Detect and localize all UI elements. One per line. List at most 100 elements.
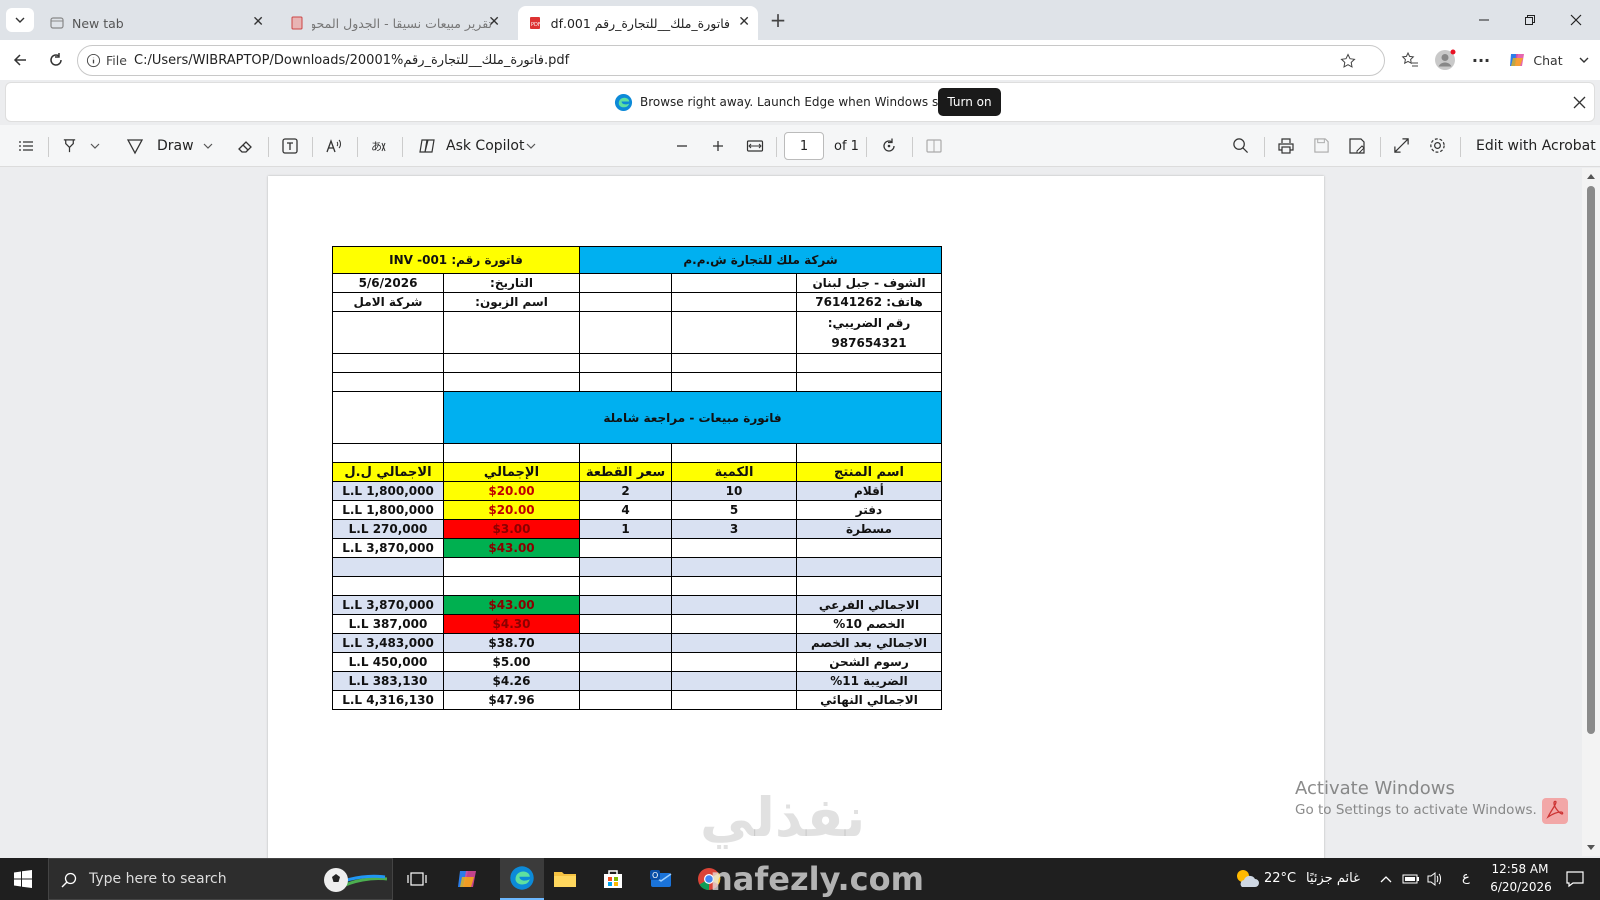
tab-title: تقرير مبيعات نسيقا - الجدول المحوري — [312, 15, 492, 31]
rotate-icon[interactable] — [880, 137, 898, 155]
taskbar-edge[interactable] — [500, 858, 544, 900]
clock-date[interactable]: 6/20/2026 — [1488, 880, 1554, 894]
chevron-down-icon[interactable] — [526, 141, 536, 151]
folder-icon — [554, 872, 576, 887]
start-button[interactable] — [8, 864, 38, 894]
edge-logo-icon — [510, 866, 534, 890]
chevron-up-icon[interactable] — [1380, 874, 1392, 884]
header-price: سعر القطعة — [579, 462, 672, 482]
taskbar-store[interactable] — [598, 864, 628, 894]
star-icon[interactable] — [1340, 53, 1356, 69]
fit-page-icon[interactable] — [746, 137, 764, 155]
refresh-button[interactable] — [44, 48, 68, 72]
highlight-icon[interactable] — [61, 137, 78, 154]
weather-text[interactable]: غائم جزئيًا — [1306, 871, 1360, 886]
new-tab-button[interactable]: + — [766, 8, 790, 32]
close-icon[interactable]: ✕ — [738, 14, 750, 30]
table-row: دفتر 5 4 $20.00 1,800,000 L.L — [332, 500, 942, 520]
volume-icon[interactable] — [1426, 871, 1444, 887]
task-view-button[interactable] — [402, 864, 432, 894]
copilot-chat-button[interactable]: Chat — [1504, 48, 1566, 72]
draw-icon[interactable] — [126, 137, 144, 155]
favorites-icon — [1401, 51, 1418, 67]
taskbar-outlook[interactable]: O — [646, 864, 676, 894]
text-box-icon[interactable] — [281, 137, 299, 155]
chevron-down-icon — [1579, 57, 1589, 63]
contents-icon[interactable] — [18, 138, 34, 154]
profile-button[interactable] — [1432, 47, 1458, 73]
copilot-icon — [1510, 54, 1525, 66]
tab-new-tab[interactable]: New tab ✕ — [40, 6, 272, 40]
tax-number: 987654321 — [831, 335, 907, 350]
more-button[interactable]: ··· — [1468, 48, 1494, 72]
zoom-out-icon[interactable] — [676, 140, 688, 152]
tab-sales-report[interactable]: تقرير مبيعات نسيقا - الجدول المحوري ✕ — [280, 6, 508, 40]
header-total: الإجمالي — [443, 462, 580, 482]
draw-label[interactable]: Draw — [157, 125, 194, 167]
company-name: شركة ملك للتجارة ش.م.م — [579, 246, 942, 274]
close-window-button[interactable] — [1562, 8, 1590, 32]
minimize-icon — [1479, 19, 1489, 21]
tab-actions-button[interactable] — [6, 8, 34, 32]
translate-icon[interactable]: あ — [370, 137, 388, 155]
taskbar-copilot[interactable] — [452, 864, 482, 894]
chevron-down-icon[interactable] — [90, 141, 100, 151]
page-number-input[interactable]: 1 — [784, 132, 824, 160]
turn-on-button[interactable]: Turn on — [938, 88, 1001, 116]
search-icon[interactable] — [1232, 137, 1249, 154]
zoom-in-icon[interactable] — [712, 140, 724, 152]
nafezly-watermark-arabic: نفذلي — [700, 786, 866, 849]
scrollbar-thumb[interactable] — [1587, 186, 1595, 734]
battery-icon[interactable] — [1402, 872, 1420, 886]
summary-lbp: 4,316,130 L.L — [332, 690, 444, 710]
notifications-icon[interactable] — [1566, 870, 1584, 888]
tab-invoice-pdf[interactable]: PDF فاتورة_ملك__للتجارة_رقم 001.pdf ✕ — [518, 6, 758, 40]
vertical-scrollbar[interactable] — [1582, 168, 1600, 856]
save-as-icon[interactable] — [1348, 137, 1366, 155]
invoice-date: 5/6/2026 — [332, 273, 444, 293]
fullscreen-icon[interactable] — [1393, 137, 1410, 154]
scroll-down-icon[interactable] — [1586, 844, 1596, 852]
header-total-lbp: الاجمالي ل.ل — [332, 462, 444, 482]
tab-title: فاتورة_ملك__للتجارة_رقم 001.pdf — [550, 15, 730, 31]
read-aloud-icon[interactable] — [325, 137, 343, 155]
football-highlight-icon — [324, 868, 387, 892]
page-count: of 1 — [834, 138, 859, 154]
close-icon[interactable]: ✕ — [252, 14, 264, 30]
sidebar-chevron-button[interactable] — [1574, 48, 1594, 72]
ask-copilot-label[interactable]: Ask Copilot — [446, 125, 525, 167]
summary-usd: $43.00 — [443, 595, 580, 615]
windows-logo-icon — [14, 870, 32, 888]
restore-button[interactable] — [1516, 8, 1544, 32]
weather-temp[interactable]: 22°C — [1264, 871, 1296, 886]
taskbar-file-explorer[interactable] — [550, 864, 580, 894]
item-name: مسطرة — [796, 519, 942, 539]
settings-gear-icon[interactable] — [1428, 136, 1447, 155]
input-language[interactable]: ع — [1462, 870, 1470, 885]
favorites-button[interactable] — [1398, 48, 1422, 72]
save-icon[interactable] — [1313, 137, 1330, 154]
close-icon[interactable]: ✕ — [488, 14, 500, 30]
minimize-button[interactable] — [1470, 8, 1498, 32]
tab-strip: New tab ✕ تقرير مبيعات نسيقا - الجدول ال… — [0, 0, 1600, 40]
clock-time[interactable]: 12:58 AM — [1490, 862, 1550, 876]
page-view-icon[interactable] — [925, 137, 943, 155]
taskbar-search-box[interactable]: Type here to search — [48, 858, 393, 900]
table-row: الخصم 10% $4.30 387,000 L.L — [332, 614, 942, 634]
close-icon[interactable] — [1573, 96, 1586, 109]
address-bar[interactable]: File C:/Users/WIBRAPTOP/Downloads/20001%… — [77, 45, 1385, 76]
item-name — [796, 538, 942, 558]
eraser-icon[interactable] — [236, 137, 254, 155]
item-name: دفتر — [796, 500, 942, 520]
items-sum-lbp: 3,870,000 L.L — [332, 538, 444, 558]
summary-lbp: 3,870,000 L.L — [332, 595, 444, 615]
startup-infobar: Browse right away. Launch Edge when Wind… — [5, 82, 1595, 122]
print-icon[interactable] — [1277, 137, 1295, 155]
table-row: أقلام 10 2 $20.00 1,800,000 L.L — [332, 481, 942, 501]
edit-with-acrobat-button[interactable]: Edit with Acrobat — [1476, 125, 1596, 167]
copilot-icon[interactable] — [418, 137, 436, 155]
back-button[interactable] — [8, 48, 32, 72]
chevron-down-icon[interactable] — [203, 141, 213, 151]
scroll-up-icon[interactable] — [1586, 172, 1596, 180]
search-icon — [61, 872, 77, 888]
